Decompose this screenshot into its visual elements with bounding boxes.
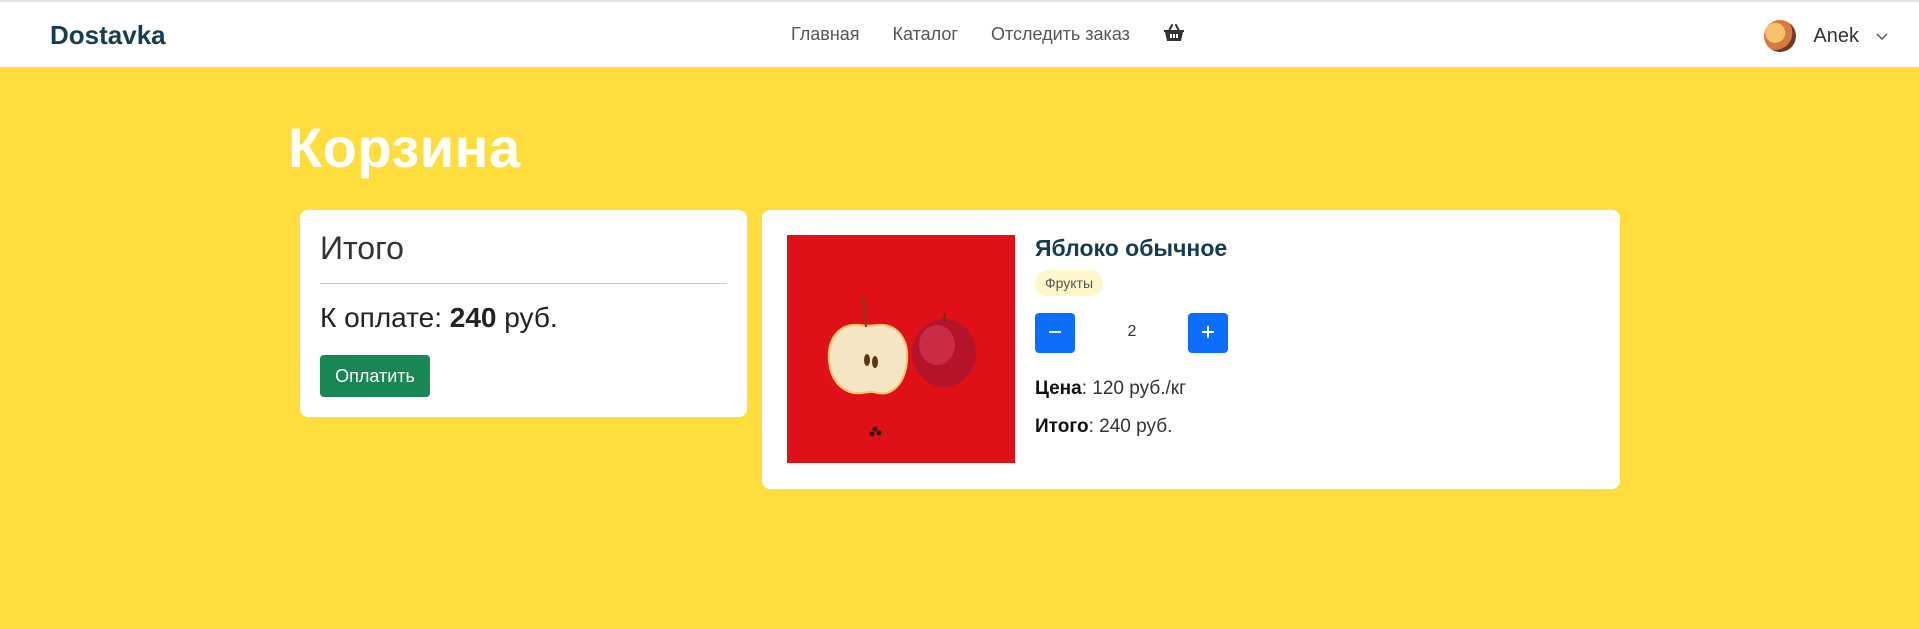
summary-card: Итого К оплате: 240 руб. Оплатить (300, 210, 747, 417)
nav-links: Главная Каталог Отследить заказ (791, 22, 1185, 45)
divider (320, 283, 727, 284)
basket-icon[interactable] (1163, 22, 1185, 44)
username[interactable]: Anek (1813, 25, 1859, 48)
navbar: Dostavka Главная Каталог Отследить заказ… (0, 0, 1919, 67)
price-label: Цена (1035, 378, 1082, 399)
user-menu[interactable]: Anek (1764, 20, 1889, 52)
category-badge: Фрукты (1035, 270, 1104, 296)
increase-quantity-button[interactable] (1188, 313, 1228, 353)
page-title: Корзина (288, 116, 521, 179)
price-line: Цена: 120 руб./кг (1035, 378, 1187, 399)
brand-logo[interactable]: Dostavka (50, 20, 166, 51)
item-total-line: Итого: 240 руб. (1035, 416, 1173, 437)
price-value: 120 руб./кг (1092, 378, 1187, 399)
chevron-down-icon[interactable] (1875, 29, 1889, 43)
quantity-value: 2 (1127, 323, 1137, 340)
summary-title: Итого (320, 230, 404, 266)
user-avatar[interactable] (1764, 20, 1797, 52)
nav-link-track-order[interactable]: Отследить заказ (991, 24, 1130, 45)
pay-button[interactable]: Оплатить (320, 355, 430, 397)
amount-due: К оплате: 240 руб. (320, 302, 558, 334)
cart-item: Яблоко обычное Фрукты 2 Цена: 120 руб./к… (762, 210, 1620, 489)
nav-link-catalog[interactable]: Каталог (893, 24, 958, 45)
amount-due-currency: руб. (504, 302, 558, 333)
decrease-quantity-button[interactable] (1035, 313, 1075, 353)
product-image (787, 235, 1015, 463)
item-total-label: Итого (1035, 416, 1089, 437)
nav-link-home[interactable]: Главная (791, 24, 860, 45)
item-total-value: 240 руб. (1099, 416, 1173, 437)
product-name[interactable]: Яблоко обычное (1035, 235, 1227, 262)
amount-due-label: К оплате: (320, 302, 442, 333)
plus-icon (1202, 325, 1214, 338)
amount-due-value: 240 (449, 302, 497, 333)
minus-icon (1049, 330, 1061, 333)
